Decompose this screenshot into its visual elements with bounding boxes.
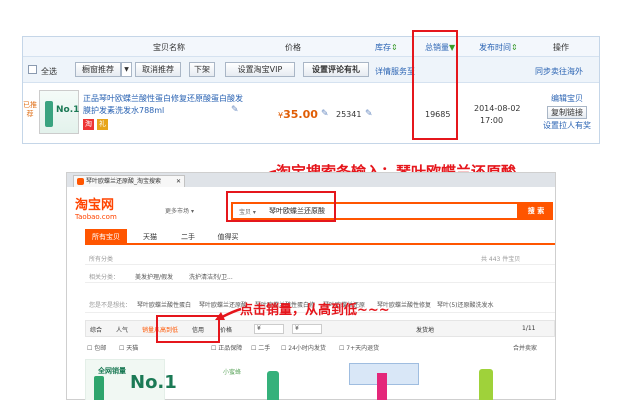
select-all-label: 全选	[41, 67, 57, 76]
ship-from-selector[interactable]: 发货地	[416, 325, 434, 334]
product-card[interactable]	[341, 359, 433, 400]
sort-price[interactable]: 价格	[220, 325, 232, 334]
filter-second-hand[interactable]: ☐ 二手	[251, 343, 270, 352]
select-all-checkbox[interactable]	[28, 65, 37, 74]
batch-toolbar: 全选 橱窗推荐 ▼ 取消推荐 下架 设置淘宝VIP 设置评论有礼 详情服务至 同…	[23, 57, 599, 83]
bottle-image	[45, 101, 53, 127]
item-title-link[interactable]: 正品琴叶欧蝶兰酸性蛋白修复还原酸蛋白酸发膜护发素洗发水788ml	[83, 93, 243, 117]
recommended-label: 已推荐	[23, 101, 37, 118]
close-icon[interactable]: ✕	[176, 176, 181, 187]
price-max-input[interactable]: ¥	[292, 324, 322, 334]
suggestion-label: 您是不是想找：	[89, 302, 132, 309]
tab-tmall[interactable]: 天猫	[135, 229, 165, 245]
cancel-recommend-button[interactable]: 取消推荐	[135, 62, 181, 77]
filter-tmall[interactable]: ☐ 天猫	[119, 343, 138, 352]
set-review-gift-button[interactable]: 设置评论有礼	[303, 62, 369, 77]
table-row: 已推荐 No.1 正品琴叶欧蝶兰酸性蛋白修复还原酸蛋白酸发膜护发素洗发水788m…	[23, 83, 599, 143]
set-promotion-link[interactable]: 设置拉人有奖	[535, 120, 599, 132]
tab-second-hand[interactable]: 二手	[173, 229, 203, 245]
item-stock: 25341	[336, 110, 362, 119]
filter-free-shipping[interactable]: ☐ 包邮	[87, 343, 106, 352]
merge-sellers-option[interactable]: 合并卖家	[513, 343, 537, 352]
taobao-favicon	[77, 178, 84, 185]
product-card[interactable]	[443, 359, 533, 400]
column-price[interactable]: 价格	[285, 42, 301, 53]
search-box-highlight	[226, 191, 336, 222]
column-publish-time[interactable]: 发布时间⇕	[479, 42, 518, 53]
sort-highlight-box	[156, 315, 220, 343]
sync-overseas-link[interactable]: 同步卖往海外	[535, 66, 583, 77]
tmall-icon: 淘	[83, 119, 94, 130]
browser-tab-bar: 琴叶欧蝶兰还原酸_淘宝搜索 ✕	[67, 173, 555, 187]
search-button[interactable]: 搜 索	[519, 202, 553, 220]
chevron-down-icon: ▾	[190, 208, 194, 215]
sort-icon: ⇕	[391, 43, 398, 52]
service-detail-link[interactable]: 详情服务至	[375, 66, 415, 77]
filter-genuine[interactable]: ☐ 正品保障	[211, 343, 242, 352]
page-indicator: 1/11	[522, 325, 536, 332]
item-price: ¥35.00	[278, 108, 318, 121]
bottle-image	[377, 373, 387, 400]
item-publish-date: 2014-08-02 17:00	[474, 104, 521, 125]
product-badge: No.1	[130, 372, 177, 393]
all-categories-link[interactable]: 所有分类	[89, 254, 113, 263]
recommend-dropdown[interactable]: ▼	[121, 62, 132, 77]
edit-stock-icon[interactable]: ✎	[365, 109, 373, 119]
column-stock[interactable]: 库存⇕	[375, 42, 398, 53]
edit-price-icon[interactable]: ✎	[321, 109, 329, 119]
related-item[interactable]: 美发护理/假发	[135, 272, 173, 281]
sort-popularity[interactable]: 人气	[116, 325, 128, 334]
result-count: 共 443 件宝贝	[481, 256, 521, 263]
product-card[interactable]: 小蜜蜂	[223, 359, 311, 400]
set-vip-button[interactable]: 设置淘宝VIP	[225, 62, 295, 77]
bottle-image	[479, 369, 493, 400]
search-nav-tabs: 所有宝贝 天猫 二手 值得买	[85, 229, 555, 245]
bottle-image	[94, 376, 104, 400]
bottle-image	[267, 371, 279, 400]
related-item[interactable]: 洗护清洁剂/卫...	[189, 272, 233, 281]
item-list-panel: 宝贝名称 价格 库存⇕ 总销量▼ 发布时间⇕ 操作 全选 橱窗推荐 ▼ 取消推荐…	[22, 36, 600, 144]
category-breadcrumb-row: 所有分类 共 443 件宝贝	[85, 249, 555, 265]
price-min-input[interactable]: ¥	[254, 324, 284, 334]
table-header: 宝贝名称 价格 库存⇕ 总销量▼ 发布时间⇕ 操作	[23, 37, 599, 57]
browser-tab[interactable]: 琴叶欧蝶兰还原酸_淘宝搜索 ✕	[73, 175, 185, 187]
product-caption: 全网销量	[98, 367, 126, 375]
sort-icon: ⇕	[511, 43, 518, 52]
filter-24h-shipping[interactable]: ☐ 24小时内发货	[281, 343, 326, 352]
sort-instruction: 点击销量，从高到低~~~	[240, 303, 390, 318]
no1-badge: No.1	[56, 105, 80, 115]
item-thumbnail[interactable]: No.1	[39, 90, 79, 134]
tab-worth-buying[interactable]: 值得买	[209, 229, 247, 245]
chevron-down-icon: ▼	[124, 66, 129, 73]
item-actions: 编辑宝贝 复制链接 设置拉人有奖	[535, 93, 599, 132]
edit-title-icon[interactable]: ✎	[231, 105, 239, 115]
taobao-logo-sub: Taobao.com	[75, 213, 117, 221]
column-actions: 操作	[553, 43, 569, 52]
related-label: 相关分类：	[89, 274, 120, 281]
product-card[interactable]: 全网销量 No.1	[85, 359, 177, 400]
filter-7day-return[interactable]: ☐ 7+天内退货	[339, 343, 379, 352]
edit-item-link[interactable]: 编辑宝贝	[535, 93, 599, 105]
related-category-row: 相关分类： 美发护理/假发 洗护清洁剂/卫...	[85, 267, 555, 283]
taobao-logo[interactable]: 淘宝网	[75, 199, 114, 212]
copy-link-button[interactable]: 复制链接	[547, 106, 587, 119]
suggestion-item[interactable]: 琴叶欧蝶兰酸性蛋白	[137, 300, 191, 309]
market-selector[interactable]: 更多市场 ▾	[165, 206, 194, 215]
sort-default[interactable]: 综合	[90, 325, 102, 334]
column-item-name: 宝贝名称	[153, 43, 185, 52]
suggestion-item[interactable]: 琴叶(5)还原酸洗发水	[437, 300, 494, 309]
tab-all-items[interactable]: 所有宝贝	[85, 229, 127, 245]
showcase-recommend-button[interactable]: 橱窗推荐	[75, 62, 121, 77]
arrow-icon	[215, 307, 242, 320]
promo-icons: 淘礼	[83, 119, 111, 130]
product-brand-label: 小蜜蜂	[223, 369, 242, 376]
delist-button[interactable]: 下架	[189, 62, 215, 77]
gift-icon: 礼	[97, 119, 108, 130]
sales-highlight-box	[412, 30, 458, 140]
